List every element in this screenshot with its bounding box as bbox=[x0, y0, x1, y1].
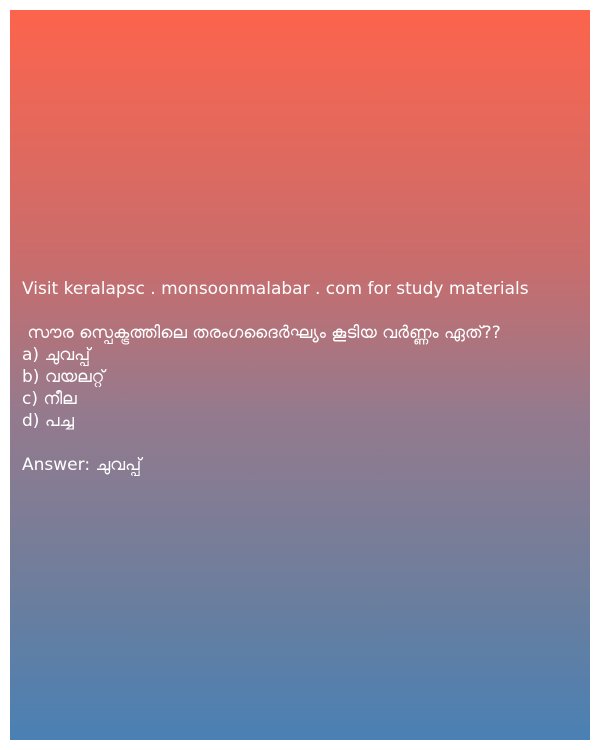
option-a: a) ചുവപ്പ് bbox=[22, 345, 91, 365]
answer-text: Answer: ചുവപ്പ് bbox=[22, 455, 142, 475]
option-b: b) വയലറ്റ് bbox=[22, 367, 105, 387]
card-content: Visit keralapsc . monsoonmalabar . com f… bbox=[22, 278, 582, 476]
visit-text: Visit keralapsc . monsoonmalabar . com f… bbox=[22, 279, 529, 299]
option-d: d) പച്ച bbox=[22, 411, 74, 431]
option-c: c) നീല bbox=[22, 389, 77, 409]
question-card: Visit keralapsc . monsoonmalabar . com f… bbox=[10, 10, 590, 740]
question-text: സൗര സ്പെക്ട്രത്തിലെ തരംഗദൈർഘ്യം കൂടിയ വർ… bbox=[22, 323, 501, 343]
